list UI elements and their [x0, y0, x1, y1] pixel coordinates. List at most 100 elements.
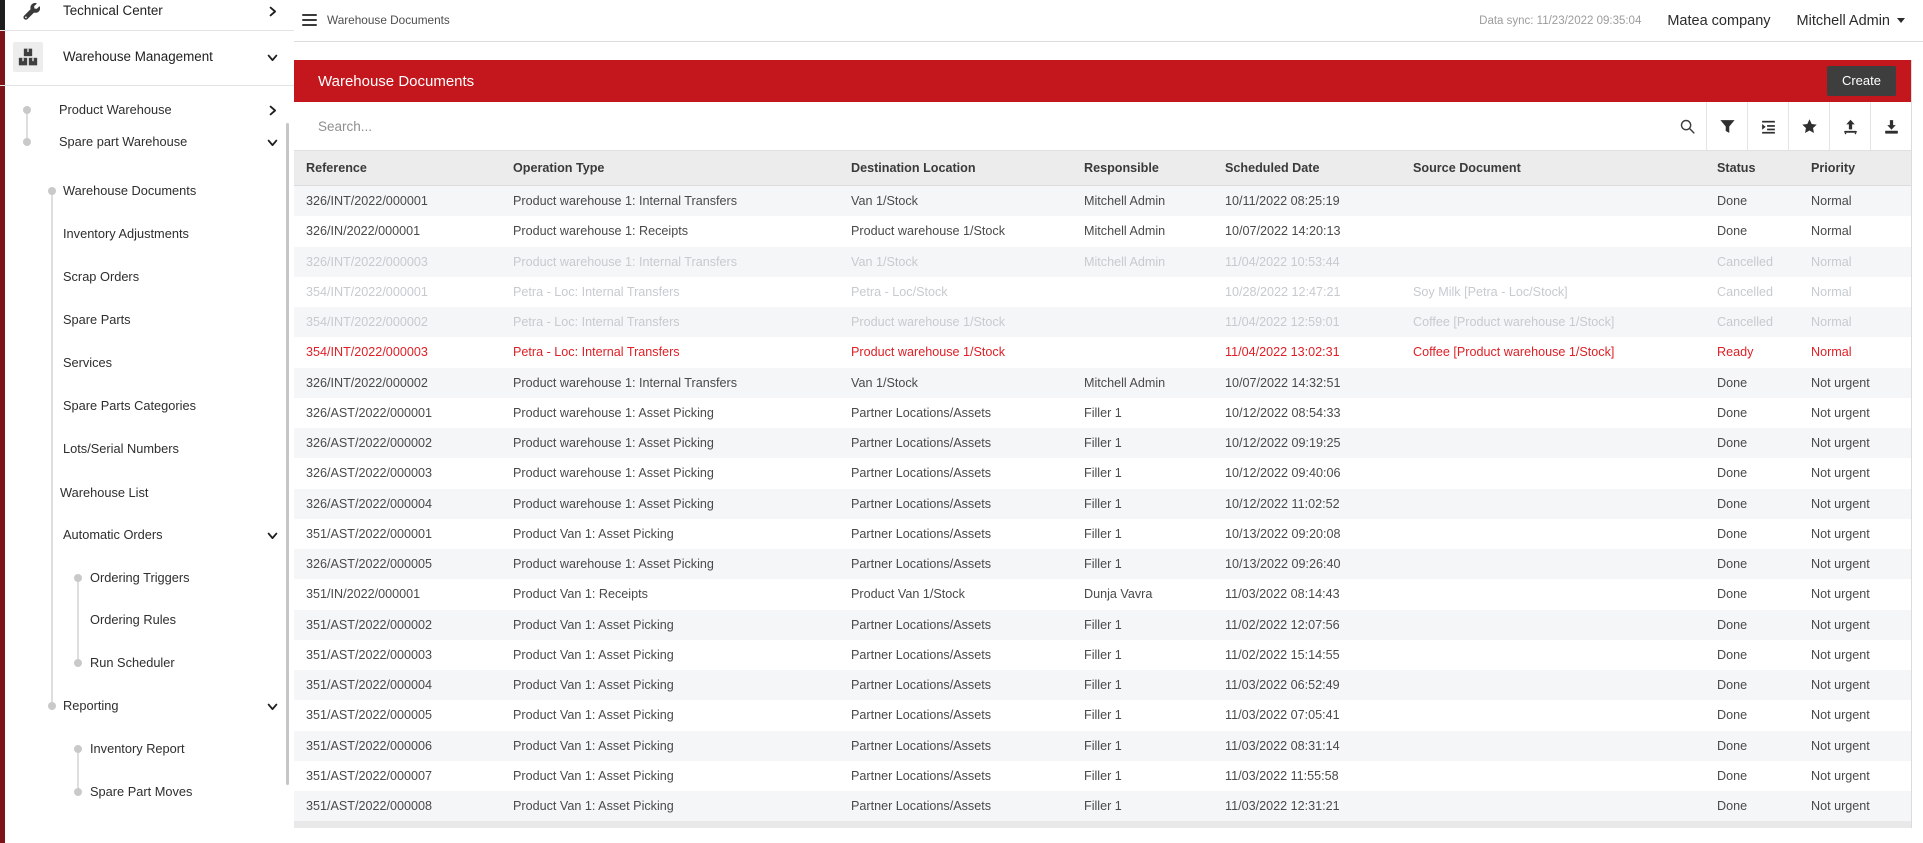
cell-priority: Not urgent — [1799, 708, 1911, 722]
cell-reference: 351/AST/2022/000007 — [294, 769, 501, 783]
column-header-source-document[interactable]: Source Document — [1401, 161, 1705, 175]
sidebar-item-inventory-report[interactable]: Inventory Report — [90, 739, 185, 759]
user-menu[interactable]: Mitchell Admin — [1797, 13, 1905, 29]
cell-operation-type: Product Van 1: Asset Picking — [501, 769, 839, 783]
table-row[interactable]: 326/INT/2022/000003Product warehouse 1: … — [294, 247, 1911, 277]
table-row[interactable]: 326/AST/2022/000005Product warehouse 1: … — [294, 549, 1911, 579]
star-icon — [1801, 118, 1818, 135]
table-row[interactable]: 351/AST/2022/000008Product Van 1: Asset … — [294, 791, 1911, 821]
cell-responsible: Filler 1 — [1072, 678, 1213, 692]
cell-status: Done — [1705, 739, 1799, 753]
cell-operation-type: Product warehouse 1: Receipts — [501, 224, 839, 238]
cell-scheduled-date: 11/03/2022 07:05:41 — [1213, 708, 1401, 722]
cell-responsible: Filler 1 — [1072, 406, 1213, 420]
search-button[interactable] — [1668, 102, 1706, 150]
cell-responsible: Mitchell Admin — [1072, 376, 1213, 390]
cell-responsible: Filler 1 — [1072, 557, 1213, 571]
sidebar-item-reporting[interactable]: Reporting — [63, 696, 119, 716]
cell-reference: 326/AST/2022/000005 — [294, 557, 501, 571]
cell-priority: Normal — [1799, 315, 1911, 329]
sidebar-item-automatic-orders[interactable]: Automatic Orders — [63, 525, 163, 545]
data-sync-label: Data sync: 11/23/2022 09:35:04 — [1479, 15, 1641, 27]
sidebar-item-warehouse-list[interactable]: Warehouse List — [60, 483, 148, 503]
tree-connector — [77, 578, 79, 663]
cell-operation-type: Product warehouse 1: Internal Transfers — [501, 255, 839, 269]
topbar-right: Data sync: 11/23/2022 09:35:04 Matea com… — [1479, 0, 1905, 41]
sidebar-scrollbar[interactable] — [286, 123, 289, 785]
cell-priority: Not urgent — [1799, 376, 1911, 390]
column-header-status[interactable]: Status — [1705, 161, 1799, 175]
search-input[interactable] — [294, 102, 1668, 150]
hamburger-icon[interactable] — [302, 14, 317, 26]
table-row[interactable]: 351/AST/2022/000001Product Van 1: Asset … — [294, 519, 1911, 549]
table-row[interactable]: 351/AST/2022/000002Product Van 1: Asset … — [294, 610, 1911, 640]
company-menu[interactable]: Matea company — [1667, 13, 1770, 29]
table-row[interactable]: 354/INT/2022/000001Petra - Loc: Internal… — [294, 277, 1911, 307]
cell-destination-location: Van 1/Stock — [839, 376, 1072, 390]
table-row[interactable]: 326/IN/2022/000001Product warehouse 1: R… — [294, 216, 1911, 246]
cell-status: Cancelled — [1705, 255, 1799, 269]
column-header-reference[interactable]: Reference — [294, 161, 501, 175]
cell-operation-type: Product warehouse 1: Internal Transfers — [501, 194, 839, 208]
sidebar-item-services[interactable]: Services — [63, 353, 112, 373]
toolbar-icon-bar — [1668, 102, 1911, 150]
cell-reference: 351/AST/2022/000003 — [294, 648, 501, 662]
bullet-dot — [74, 745, 82, 753]
table-row[interactable]: 351/AST/2022/000005Product Van 1: Asset … — [294, 700, 1911, 730]
group-by-button[interactable] — [1747, 102, 1788, 150]
cell-scheduled-date: 11/02/2022 12:07:56 — [1213, 618, 1401, 632]
favorites-button[interactable] — [1788, 102, 1829, 150]
sidebar-item-spare-part-moves[interactable]: Spare Part Moves — [90, 782, 192, 802]
table-row[interactable]: 351/IN/2022/000001Product Van 1: Receipt… — [294, 579, 1911, 609]
topbar: Warehouse Documents Data sync: 11/23/202… — [294, 0, 1923, 42]
table-row[interactable]: 354/INT/2022/000002Petra - Loc: Internal… — [294, 307, 1911, 337]
table-row[interactable]: 326/AST/2022/000001Product warehouse 1: … — [294, 398, 1911, 428]
sidebar-item-scrap-orders[interactable]: Scrap Orders — [63, 267, 139, 287]
create-button[interactable]: Create — [1827, 66, 1896, 96]
cell-priority: Not urgent — [1799, 557, 1911, 571]
table-row[interactable]: 326/AST/2022/000003Product warehouse 1: … — [294, 458, 1911, 488]
cell-status: Ready — [1705, 345, 1799, 359]
column-header-operation-type[interactable]: Operation Type — [501, 161, 839, 175]
sidebar-item-warehouse-management[interactable]: Warehouse Management — [63, 47, 213, 67]
table-row[interactable]: 326/AST/2022/000004Product warehouse 1: … — [294, 489, 1911, 519]
column-header-priority[interactable]: Priority — [1799, 161, 1911, 175]
table-row[interactable]: 326/INT/2022/000002Product warehouse 1: … — [294, 368, 1911, 398]
sidebar-item-spare-part-warehouse[interactable]: Spare part Warehouse — [59, 132, 187, 152]
import-button[interactable] — [1829, 102, 1870, 150]
cell-reference: 354/INT/2022/000003 — [294, 345, 501, 359]
table-row[interactable]: 326/INT/2022/000001Product warehouse 1: … — [294, 186, 1911, 216]
chevron-right-icon — [266, 5, 279, 18]
cell-reference: 351/AST/2022/000005 — [294, 708, 501, 722]
cell-responsible: Filler 1 — [1072, 708, 1213, 722]
column-header-destination-location[interactable]: Destination Location — [839, 161, 1072, 175]
tree-connector — [77, 749, 79, 792]
sidebar-item-lots-serial-numbers[interactable]: Lots/Serial Numbers — [63, 439, 179, 459]
cell-destination-location: Product warehouse 1/Stock — [839, 315, 1072, 329]
sidebar-item-spare-parts-categories[interactable]: Spare Parts Categories — [63, 396, 196, 416]
chevron-down-icon — [266, 136, 279, 149]
table-row[interactable]: 351/AST/2022/000003Product Van 1: Asset … — [294, 640, 1911, 670]
table-row[interactable]: 351/AST/2022/000007Product Van 1: Asset … — [294, 761, 1911, 791]
sidebar-item-inventory-adjustments[interactable]: Inventory Adjustments — [63, 224, 189, 244]
cell-reference: 351/AST/2022/000002 — [294, 618, 501, 632]
bullet-dot — [23, 106, 31, 114]
table-row[interactable]: 354/INT/2022/000003Petra - Loc: Internal… — [294, 337, 1911, 367]
sidebar-item-spare-parts[interactable]: Spare Parts — [63, 310, 131, 330]
column-header-scheduled-date[interactable]: Scheduled Date — [1213, 161, 1401, 175]
cell-reference: 351/AST/2022/000001 — [294, 527, 501, 541]
cell-scheduled-date: 11/03/2022 12:31:21 — [1213, 799, 1401, 813]
filter-button[interactable] — [1706, 102, 1747, 150]
table-row[interactable]: 326/AST/2022/000002Product warehouse 1: … — [294, 428, 1911, 458]
sidebar-item-ordering-rules[interactable]: Ordering Rules — [90, 610, 176, 630]
sidebar-item-product-warehouse[interactable]: Product Warehouse — [59, 100, 172, 120]
sidebar-item-ordering-triggers[interactable]: Ordering Triggers — [90, 568, 190, 588]
sidebar-item-run-scheduler[interactable]: Run Scheduler — [90, 653, 175, 673]
export-button[interactable] — [1870, 102, 1911, 150]
table-row[interactable]: 351/AST/2022/000004Product Van 1: Asset … — [294, 670, 1911, 700]
column-header-responsible[interactable]: Responsible — [1072, 161, 1213, 175]
sidebar-item-warehouse-documents[interactable]: Warehouse Documents — [63, 181, 196, 201]
sidebar-item-technical-center[interactable]: Technical Center — [63, 1, 163, 21]
horizontal-scrollbar[interactable] — [294, 821, 1911, 828]
table-row[interactable]: 351/AST/2022/000006Product Van 1: Asset … — [294, 731, 1911, 761]
